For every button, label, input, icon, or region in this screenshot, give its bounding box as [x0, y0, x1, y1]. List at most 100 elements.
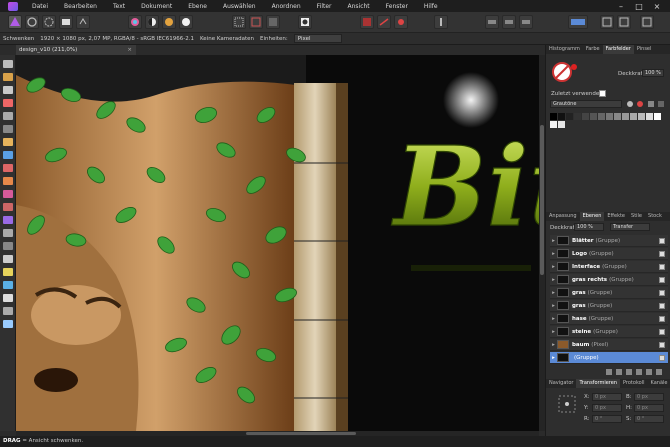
marquee-tool-icon[interactable]: [3, 125, 13, 133]
minimize-icon[interactable]: –: [612, 2, 630, 11]
layer-row-baum[interactable]: ▸ baum (Pixel): [550, 339, 668, 351]
layer-row-interface[interactable]: ▸ Interface (Gruppe): [550, 261, 668, 273]
layer-row-logo[interactable]: ▸ Logo (Gruppe): [550, 248, 668, 260]
visibility-checkbox[interactable]: [659, 264, 665, 270]
swatch-grid[interactable]: [550, 113, 668, 129]
visibility-checkbox[interactable]: [659, 355, 665, 361]
document-canvas[interactable]: Bit: [16, 55, 539, 431]
move-tool-icon[interactable]: [3, 60, 13, 68]
expand-icon[interactable]: ▸: [550, 303, 557, 309]
y-field[interactable]: 0 px: [592, 404, 622, 412]
blend-mode-select[interactable]: Transfer: [610, 223, 650, 231]
inpainting-tool-icon[interactable]: [3, 216, 13, 224]
visibility-checkbox[interactable]: [659, 251, 665, 257]
palette-select[interactable]: Grautöne: [550, 100, 622, 108]
visibility-checkbox[interactable]: [659, 290, 665, 296]
layer-row-gras-2[interactable]: ▸ gras (Gruppe): [550, 300, 668, 312]
recent-color-swatch[interactable]: [599, 90, 606, 97]
menu-auswaehlen[interactable]: Auswählen: [215, 3, 264, 10]
close-tab-icon[interactable]: ×: [127, 45, 132, 55]
expand-icon[interactable]: ▸: [550, 264, 557, 270]
menu-hilfe[interactable]: Hilfe: [416, 3, 446, 10]
expand-icon[interactable]: ▸: [550, 329, 557, 335]
view-button-1[interactable]: [600, 15, 614, 29]
expand-icon[interactable]: ▸: [550, 290, 557, 296]
menu-datei[interactable]: Datei: [24, 3, 56, 10]
healing-tool-icon[interactable]: [3, 203, 13, 211]
fill-stroke-swatch-icon[interactable]: [551, 59, 581, 85]
fill-tool-icon[interactable]: [3, 151, 13, 159]
anchor-point-icon[interactable]: [558, 395, 576, 413]
tab-anpassung[interactable]: Anpassung: [546, 212, 580, 221]
hsl-button[interactable]: [162, 15, 176, 29]
assistant-button[interactable]: [360, 15, 374, 29]
expand-icon[interactable]: ▸: [550, 355, 557, 361]
shear-field[interactable]: 0 °: [634, 415, 664, 423]
shape-tool-icon[interactable]: [3, 281, 13, 289]
persona-liquify-button[interactable]: [25, 15, 39, 29]
mode-button-2[interactable]: [502, 15, 516, 29]
h-field[interactable]: 0 px: [634, 404, 664, 412]
w-field[interactable]: 0 px: [634, 393, 664, 401]
layer-row-steine[interactable]: ▸ steine (Gruppe): [550, 326, 668, 338]
tab-farbe[interactable]: Farbe: [583, 45, 603, 54]
layer-actions-bar[interactable]: [550, 368, 668, 376]
tab-pinsel[interactable]: Pinsel: [634, 45, 655, 54]
text-tool-icon[interactable]: [3, 294, 13, 302]
selection-button[interactable]: [232, 15, 246, 29]
document-tab[interactable]: design_v10 (211,0%) ×: [16, 45, 136, 55]
zoom-tool-icon[interactable]: [3, 320, 13, 328]
expand-icon[interactable]: ▸: [550, 238, 557, 244]
menu-fenster[interactable]: Fenster: [378, 3, 416, 10]
expand-icon[interactable]: ▸: [550, 251, 557, 257]
menu-text[interactable]: Text: [105, 3, 133, 10]
visibility-checkbox[interactable]: [659, 342, 665, 348]
mode-button-1[interactable]: [485, 15, 499, 29]
studio-layout-button[interactable]: [568, 15, 588, 29]
pen-tool-icon[interactable]: [3, 255, 13, 263]
contrast-button[interactable]: [145, 15, 159, 29]
tab-stock[interactable]: Stock: [645, 212, 665, 221]
tab-ebenen[interactable]: Ebenen: [579, 212, 605, 221]
x-field[interactable]: 0 px: [592, 393, 622, 401]
tab-transformieren[interactable]: Transformieren: [576, 379, 620, 388]
layer-row-selected-group[interactable]: ▸ (Gruppe): [550, 352, 668, 364]
eraser-tool-icon[interactable]: [3, 164, 13, 172]
visibility-checkbox[interactable]: [659, 303, 665, 309]
visibility-checkbox[interactable]: [659, 277, 665, 283]
palette-tools-icon[interactable]: [626, 100, 668, 109]
color-picker-icon[interactable]: [3, 307, 13, 315]
crop-tool-icon[interactable]: [3, 86, 13, 94]
menu-filter[interactable]: Filter: [309, 3, 340, 10]
tab-effekte[interactable]: Effekte: [604, 212, 628, 221]
menu-anordnen[interactable]: Anordnen: [264, 3, 309, 10]
layer-row-gras-rechts[interactable]: ▸ gras rechts (Gruppe): [550, 274, 668, 286]
visibility-checkbox[interactable]: [659, 329, 665, 335]
menu-dokument[interactable]: Dokument: [133, 3, 180, 10]
flood-select-icon[interactable]: [3, 112, 13, 120]
menu-bearbeiten[interactable]: Bearbeiten: [56, 3, 105, 10]
layer-opacity-field[interactable]: 100 %: [574, 223, 604, 231]
persona-export-button[interactable]: [76, 15, 90, 29]
menu-ebene[interactable]: Ebene: [180, 3, 215, 10]
close-icon[interactable]: ×: [648, 2, 666, 11]
pin-button[interactable]: [394, 15, 408, 29]
layer-row-gras-1[interactable]: ▸ gras (Gruppe): [550, 287, 668, 299]
rotation-field[interactable]: 0 °: [592, 415, 622, 423]
visibility-checkbox[interactable]: [659, 316, 665, 322]
expand-icon[interactable]: ▸: [550, 316, 557, 322]
view-button-3[interactable]: [640, 15, 654, 29]
arrange-button[interactable]: [434, 15, 448, 29]
smudge-tool-icon[interactable]: [3, 229, 13, 237]
tab-histogramm[interactable]: Histogramm: [546, 45, 583, 54]
expand-icon[interactable]: ▸: [550, 342, 557, 348]
mode-button-3[interactable]: [519, 15, 533, 29]
menu-ansicht[interactable]: Ansicht: [340, 3, 378, 10]
view-tool-icon[interactable]: [3, 73, 13, 81]
vertical-scroll-thumb[interactable]: [540, 125, 544, 275]
persona-tonemap-button[interactable]: [59, 15, 73, 29]
white-balance-button[interactable]: [179, 15, 193, 29]
expand-icon[interactable]: ▸: [550, 277, 557, 283]
color-opacity-field[interactable]: 100 %: [642, 69, 664, 77]
selection-brush-icon[interactable]: [3, 99, 13, 107]
